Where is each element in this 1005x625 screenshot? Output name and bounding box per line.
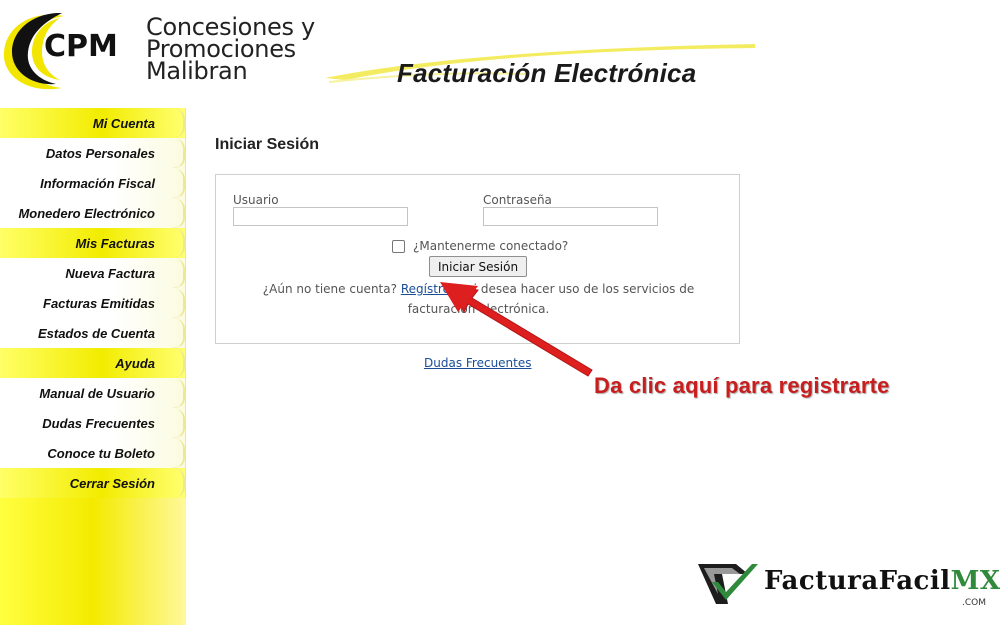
sidebar-item-label: Cerrar Sesión xyxy=(69,475,155,491)
company-name-line: Malibran xyxy=(146,57,248,85)
keep-connected-row: ¿Mantenerme conectado? xyxy=(392,239,568,253)
watermark-brand: FacturaFacilMX xyxy=(764,566,1001,596)
sidebar-item-cerrar-sesion[interactable]: Cerrar Sesión xyxy=(0,468,186,498)
sidebar: Mi Cuenta Datos Personales Información F… xyxy=(0,108,186,625)
sidebar-item-label: Mi Cuenta xyxy=(92,115,155,131)
keep-connected-label: ¿Mantenerme conectado? xyxy=(413,239,569,253)
cpm-logo: CPM xyxy=(2,10,142,92)
register-prefix: ¿Aún no tiene cuenta? xyxy=(262,282,397,296)
page-header-title: Facturación Electrónica xyxy=(397,58,697,88)
sidebar-item-monedero-electronico[interactable]: Monedero Electrónico xyxy=(0,198,186,228)
sidebar-item-label: Datos Personales xyxy=(45,145,155,161)
sidebar-filler xyxy=(0,498,186,625)
sidebar-section-mi-cuenta[interactable]: Mi Cuenta xyxy=(0,108,186,138)
sidebar-item-conoce-tu-boleto[interactable]: Conoce tu Boleto xyxy=(0,438,186,468)
username-input[interactable] xyxy=(233,207,408,226)
sidebar-item-datos-personales[interactable]: Datos Personales xyxy=(0,138,186,168)
sidebar-item-label: Facturas Emitidas xyxy=(43,295,155,311)
sidebar-item-facturas-emitidas[interactable]: Facturas Emitidas xyxy=(0,288,186,318)
sidebar-item-dudas-frecuentes[interactable]: Dudas Frecuentes xyxy=(0,408,186,438)
password-input[interactable] xyxy=(483,207,658,226)
keep-connected-checkbox[interactable] xyxy=(392,239,405,253)
sidebar-item-label: Nueva Factura xyxy=(65,265,155,281)
watermark-brand-suffix: MX xyxy=(950,566,1001,596)
annotation-arrow xyxy=(440,282,593,377)
watermark-brand-main: FacturaFacil xyxy=(764,566,951,596)
sidebar-section-ayuda[interactable]: Ayuda xyxy=(0,348,186,378)
sidebar-item-label: Conoce tu Boleto xyxy=(47,445,155,461)
password-label: Contraseña xyxy=(483,193,552,207)
sidebar-item-label: Información Fiscal xyxy=(40,175,155,191)
sidebar-item-label: Dudas Frecuentes xyxy=(42,415,155,431)
annotation-callout: Da clic aquí para registrarte xyxy=(594,373,890,398)
watermark-domain: .COM xyxy=(962,598,986,608)
sidebar-item-label: Estados de Cuenta xyxy=(37,325,155,341)
sidebar-item-estados-de-cuenta[interactable]: Estados de Cuenta xyxy=(0,318,186,348)
facturafacil-logo-icon xyxy=(698,564,758,604)
company-name: Concesiones y Promociones Malibran xyxy=(146,15,315,85)
sidebar-item-label: Ayuda xyxy=(115,355,155,371)
sidebar-item-nueva-factura[interactable]: Nueva Factura xyxy=(0,258,186,288)
sidebar-item-label: Monedero Electrónico xyxy=(18,205,155,221)
sidebar-section-mis-facturas[interactable]: Mis Facturas xyxy=(0,228,186,258)
sidebar-item-label: Mis Facturas xyxy=(75,235,155,251)
username-label: Usuario xyxy=(233,193,279,207)
sidebar-item-label: Manual de Usuario xyxy=(39,385,155,401)
sidebar-item-manual-de-usuario[interactable]: Manual de Usuario xyxy=(0,378,186,408)
logo-wordmark: CPM xyxy=(44,29,118,64)
sidebar-item-informacion-fiscal[interactable]: Información Fiscal xyxy=(0,168,186,198)
login-title: Iniciar Sesión xyxy=(215,136,320,153)
